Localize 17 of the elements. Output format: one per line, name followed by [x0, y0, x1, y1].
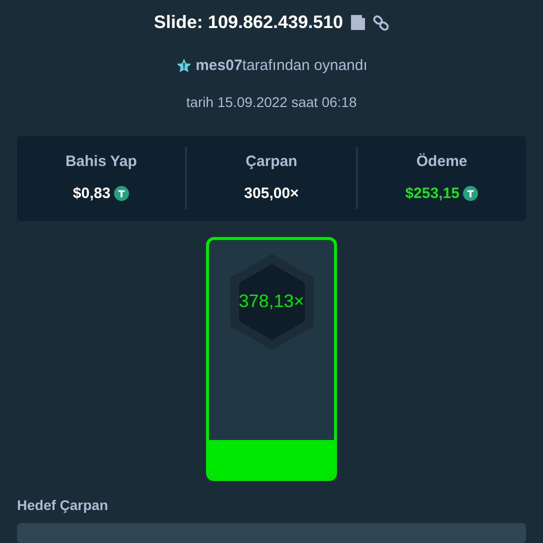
- link-icon[interactable]: [373, 14, 390, 30]
- bet-title: Slide: 109.862.439.510: [154, 11, 344, 34]
- date-text: tarih 15.09.2022 saat 06:18: [186, 92, 357, 112]
- stat-value: $253,15: [405, 184, 460, 204]
- target-label: Hedef Çarpan: [17, 497, 108, 513]
- stat-label: Bahis Yap: [65, 152, 137, 172]
- tether-coin-icon: [463, 186, 478, 202]
- stat-value: 305,00×: [244, 184, 299, 204]
- stat-label: Çarpan: [246, 152, 298, 172]
- target-field[interactable]: [17, 523, 526, 543]
- tether-coin-icon: [114, 186, 130, 202]
- result-multiplier: 378,13×: [238, 290, 304, 314]
- copy-icon[interactable]: [351, 15, 366, 30]
- star-icon: [176, 58, 192, 74]
- player-text: mes07tarafından oynandı: [196, 56, 368, 76]
- stat-label: Ödeme: [416, 152, 468, 172]
- stat-value: $0,83: [72, 184, 110, 204]
